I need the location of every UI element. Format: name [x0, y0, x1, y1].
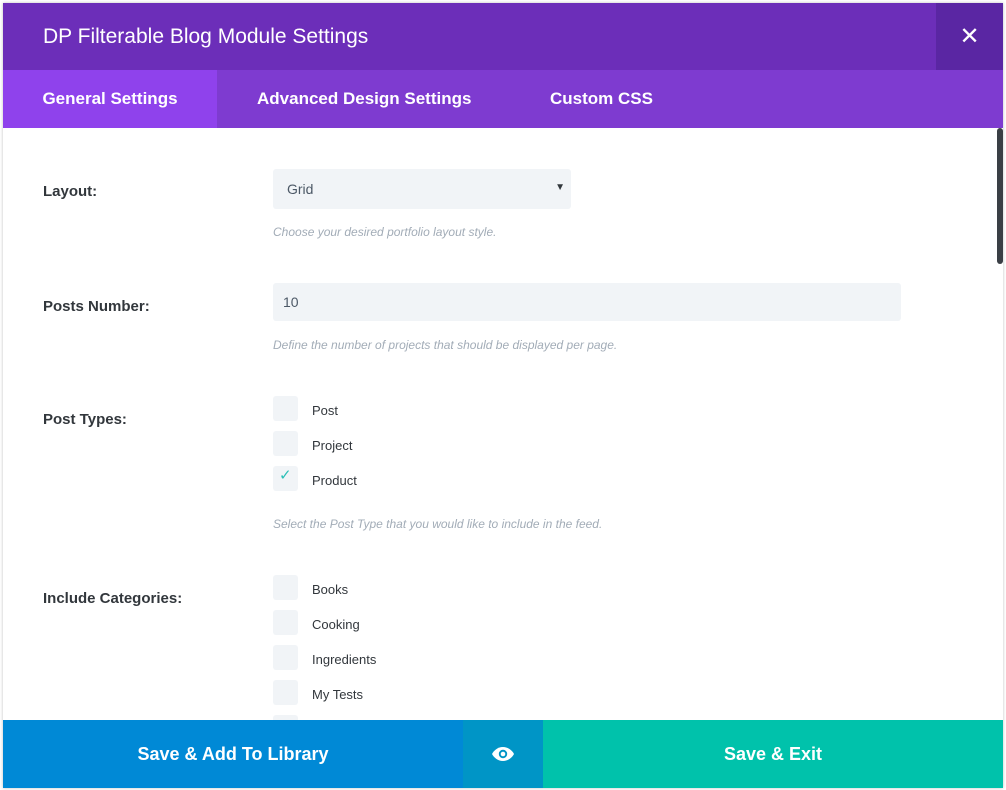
settings-modal: DP Filterable Blog Module Settings ✕ Gen…: [3, 3, 1003, 788]
eye-icon: [492, 747, 514, 761]
checkbox[interactable]: [273, 610, 298, 635]
posts-number-help: Define the number of projects that shoul…: [273, 338, 618, 352]
checkbox-label: Post: [312, 403, 339, 418]
modal-titlebar: DP Filterable Blog Module Settings ✕: [3, 3, 1003, 70]
caret-down-icon: ▼: [555, 182, 565, 193]
modal-title: DP Filterable Blog Module Settings: [43, 25, 369, 48]
save-exit-button[interactable]: Save & Exit: [543, 720, 1003, 788]
settings-tabs: General Settings Advanced Design Setting…: [3, 70, 1003, 128]
layout-label: Layout:: [43, 183, 98, 200]
preview-button[interactable]: [463, 720, 543, 788]
checkbox-label: Product: [312, 473, 357, 488]
include-categories-label: Include Categories:: [43, 590, 183, 607]
content-scrollbar[interactable]: [997, 128, 1003, 264]
checkbox[interactable]: [273, 575, 298, 600]
checkbox-label: Books: [312, 582, 349, 597]
checkbox-label: Project: [312, 438, 353, 453]
checkbox[interactable]: ✓: [273, 466, 298, 491]
post-types-help: Select the Post Type that you would like…: [273, 517, 603, 531]
checkbox[interactable]: [273, 680, 298, 705]
tab-advanced-design-settings[interactable]: Advanced Design Settings: [257, 70, 471, 128]
tab-custom-css[interactable]: Custom CSS: [550, 70, 653, 128]
checkbox[interactable]: [273, 396, 298, 421]
checkbox-label: My Tests: [312, 687, 364, 702]
close-button[interactable]: ✕: [936, 3, 1003, 70]
checkbox-label: Ingredients: [312, 652, 377, 667]
checkmark-icon: ✓: [279, 467, 292, 484]
close-icon: ✕: [959, 23, 980, 50]
posts-number-input[interactable]: 10: [273, 283, 901, 321]
modal-footer: Save & Add To Library Save & Exit: [3, 720, 1003, 788]
checkbox[interactable]: [273, 645, 298, 670]
save-add-to-library-button[interactable]: Save & Add To Library: [3, 720, 463, 788]
tab-general-settings[interactable]: General Settings: [3, 70, 217, 128]
checkbox-label: Cooking: [312, 617, 360, 632]
posts-number-label: Posts Number:: [43, 298, 150, 315]
settings-content: Layout: Grid ▼ Choose your desired portf…: [3, 128, 1003, 720]
checkbox[interactable]: [273, 431, 298, 456]
layout-help: Choose your desired portfolio layout sty…: [273, 225, 497, 239]
layout-select[interactable]: Grid ▼: [273, 169, 571, 209]
post-types-label: Post Types:: [43, 411, 127, 428]
layout-select-value: Grid: [287, 181, 314, 197]
